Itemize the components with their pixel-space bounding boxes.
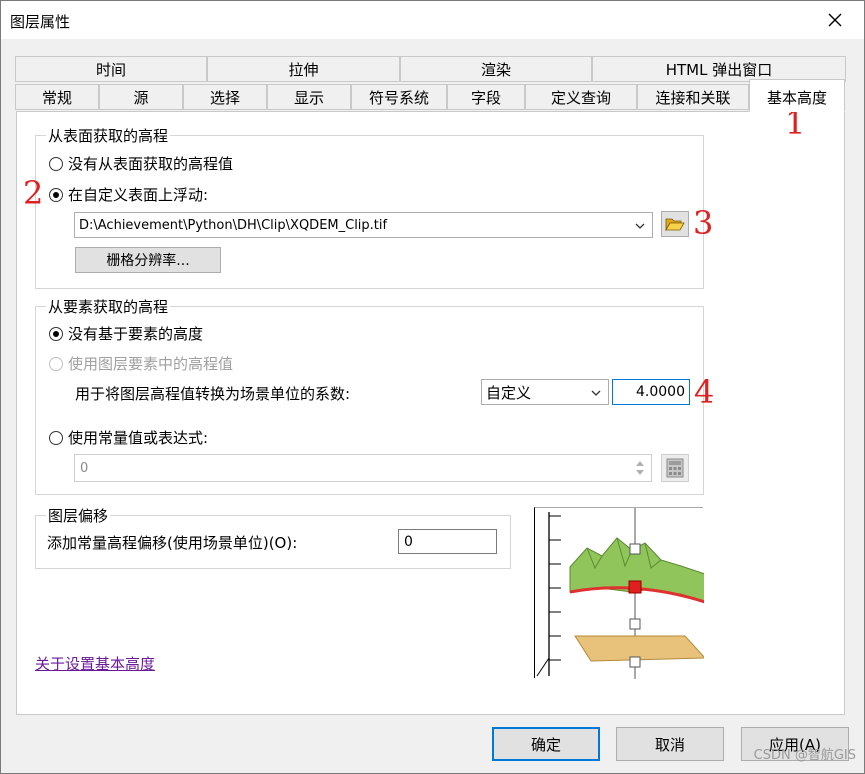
factor-unit-combo[interactable]: 自定义 bbox=[481, 379, 609, 405]
spinner-arrows-icon bbox=[636, 461, 644, 475]
expression-input[interactable]: 0 bbox=[74, 454, 652, 482]
tab-fields[interactable]: 字段 bbox=[447, 84, 525, 110]
tab-selection[interactable]: 选择 bbox=[183, 84, 267, 110]
surface-path-value: D:\Achievement\Python\DH\Clip\XQDEM_Clip… bbox=[79, 217, 388, 233]
tab-time[interactable]: 时间 bbox=[15, 56, 207, 82]
radio-circle bbox=[49, 156, 63, 171]
tab-base-heights[interactable]: 基本高度 bbox=[749, 79, 845, 112]
surface-path-combo[interactable]: D:\Achievement\Python\DH\Clip\XQDEM_Clip… bbox=[74, 212, 653, 238]
annotation-2: 2 bbox=[23, 174, 44, 212]
factor-unit-value: 自定义 bbox=[486, 383, 532, 402]
tab-definition-query[interactable]: 定义查询 bbox=[525, 84, 637, 110]
radio-circle-disabled bbox=[49, 356, 63, 371]
tab-rendering[interactable]: 渲染 bbox=[400, 56, 592, 82]
conversion-factor-input[interactable]: 4.0000 bbox=[612, 379, 690, 405]
watermark: CSDN @智航GIS bbox=[753, 748, 856, 763]
radio-circle-checked bbox=[49, 326, 63, 341]
tab-joins-relates[interactable]: 连接和关联 bbox=[637, 84, 749, 110]
radio-use-expression[interactable]: 使用常量值或表达式: bbox=[49, 427, 208, 448]
chevron-down-icon bbox=[635, 223, 645, 229]
offset-input[interactable]: 0 bbox=[398, 529, 497, 554]
expression-calculator-button[interactable] bbox=[661, 454, 689, 482]
layer-offset-legend: 图层偏移 bbox=[46, 505, 111, 526]
radio-no-feature-height[interactable]: 没有基于要素的高度 bbox=[49, 323, 203, 344]
calculator-icon bbox=[666, 458, 684, 478]
dialog-title: 图层属性 bbox=[10, 13, 71, 31]
tab-symbology[interactable]: 符号系统 bbox=[351, 84, 447, 110]
offset-label: 添加常量高程偏移(使用场景单位)(O): bbox=[47, 534, 298, 552]
surface-elevation-legend: 从表面获取的高程 bbox=[46, 125, 171, 146]
radio-use-layer-elevation[interactable]: 使用图层要素中的高程值 bbox=[49, 353, 233, 374]
cancel-button[interactable]: 取消 bbox=[616, 727, 724, 761]
base-height-illustration bbox=[534, 507, 707, 679]
radio-no-surface[interactable]: 没有从表面获取的高程值 bbox=[49, 153, 233, 174]
title-bar: 图层属性 bbox=[1, 1, 864, 39]
tab-extrusion[interactable]: 拉伸 bbox=[207, 56, 400, 82]
feature-elevation-legend: 从要素获取的高程 bbox=[46, 296, 171, 317]
conversion-factor-label: 用于将图层高程值转换为场景单位的系数: bbox=[75, 385, 351, 403]
raster-resolution-button[interactable]: 栅格分辨率... bbox=[75, 247, 221, 273]
radio-circle-checked bbox=[49, 187, 63, 202]
layer-properties-dialog: 图层属性 时间 拉伸 渲染 HTML 弹出窗口 常规 源 选择 显示 符号系统 … bbox=[0, 0, 865, 774]
help-base-heights-link[interactable]: 关于设置基本高度 bbox=[35, 653, 155, 674]
close-icon bbox=[828, 13, 842, 27]
close-button[interactable] bbox=[820, 5, 850, 35]
tab-display[interactable]: 显示 bbox=[267, 84, 351, 110]
base-height-diagram bbox=[536, 508, 707, 679]
tab-general[interactable]: 常规 bbox=[15, 84, 99, 110]
annotation-3: 3 bbox=[693, 204, 714, 242]
folder-open-icon bbox=[665, 218, 685, 232]
chevron-down-icon bbox=[591, 390, 601, 396]
annotation-4: 4 bbox=[694, 373, 715, 411]
radio-circle bbox=[49, 430, 63, 445]
tab-source[interactable]: 源 bbox=[99, 84, 183, 110]
radio-float-on-surface[interactable]: 在自定义表面上浮动: bbox=[49, 184, 208, 205]
ok-button[interactable]: 确定 bbox=[492, 727, 600, 761]
browse-surface-button[interactable] bbox=[661, 211, 689, 237]
